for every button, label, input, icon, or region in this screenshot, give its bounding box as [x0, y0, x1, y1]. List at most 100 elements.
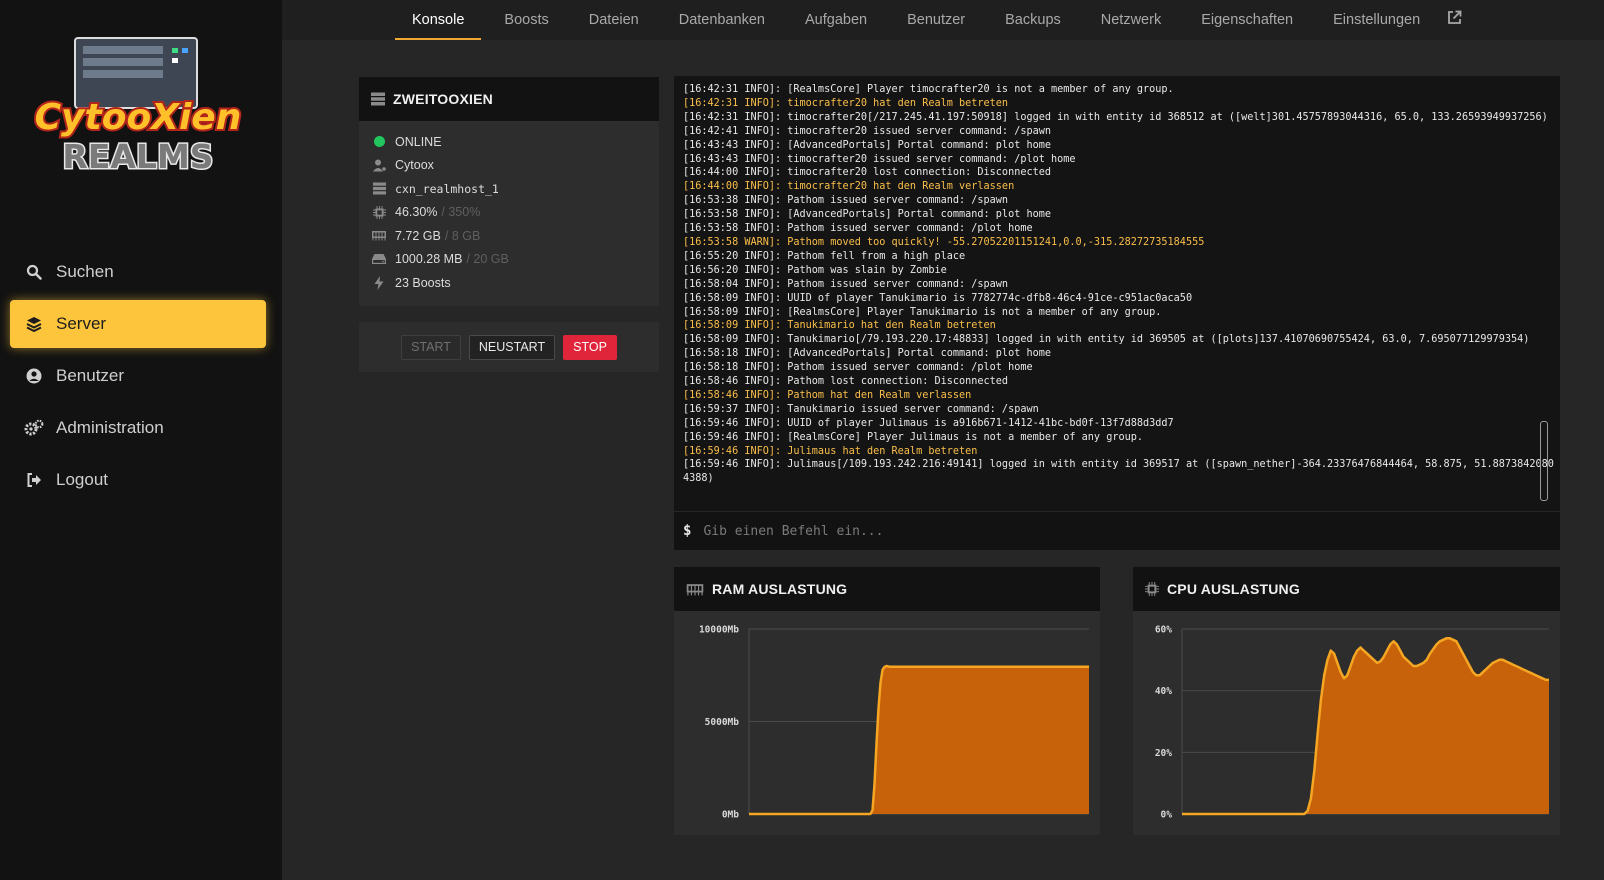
chip-icon [372, 205, 386, 219]
command-bar: $ [674, 512, 1560, 550]
ram-chart: 10000Mb 5000Mb 0Mb [674, 611, 1100, 835]
sidebar-item-logout[interactable]: Logout [10, 456, 266, 504]
owner-row: Cytoox [359, 154, 659, 178]
brand-logo[interactable]: CytooXien REALMS [30, 36, 246, 186]
restart-button[interactable]: NEUSTART [468, 334, 556, 360]
server-icon [372, 182, 386, 196]
console-scrollbar[interactable] [1540, 421, 1548, 501]
cpu-chart-title: CPU AUSLASTUNG [1167, 581, 1300, 597]
sidebar-item-label: Suchen [56, 262, 114, 281]
command-input[interactable] [701, 522, 1526, 540]
server-name: ZWEITOOXIEN [393, 91, 493, 107]
sidebar: CytooXien REALMS Suchen Server Benutzer [0, 0, 282, 880]
host-name: cxn_realmhost_1 [395, 181, 499, 196]
ram-chart-header: RAM AUSLASTUNG [674, 567, 1100, 611]
external-link-icon[interactable] [1447, 10, 1462, 30]
tab-aufgaben[interactable]: Aufgaben [788, 0, 884, 40]
console-line: [16:42:31 INFO]: timocrafter20 hat den R… [683, 97, 1009, 109]
console-line: [16:42:31 INFO]: [RealmsCore] Player tim… [683, 84, 1174, 95]
y-tick-label: 0% [1161, 810, 1173, 821]
console-line: [16:42:31 INFO]: timocrafter20[/217.245.… [683, 111, 1548, 123]
sidebar-item-benutzer[interactable]: Benutzer [10, 352, 266, 400]
tab-benutzer[interactable]: Benutzer [890, 0, 982, 40]
sidebar-item-suchen[interactable]: Suchen [10, 248, 266, 296]
cpu-usage: 46.30% [395, 205, 438, 220]
start-button[interactable]: START [401, 334, 461, 360]
console-line: [16:58:18 INFO]: [AdvancedPortals] Porta… [683, 348, 1052, 360]
y-tick-label: 0Mb [722, 810, 739, 821]
tab-backups[interactable]: Backups [988, 0, 1078, 40]
command-prompt: $ [683, 523, 692, 539]
console-line: [16:55:20 INFO]: Pathom fell from a high… [683, 250, 966, 262]
bolt-icon [372, 275, 386, 290]
ram-usage: 7.72 GB [395, 228, 441, 243]
console-line: [16:44:00 INFO]: timocrafter20 hat den R… [683, 181, 1015, 193]
logo-wordmark: CytooXien [35, 97, 242, 138]
console-line: [16:58:46 INFO]: Pathom hat den Realm ve… [683, 389, 972, 401]
console-line: [16:59:46 INFO]: Julimaus hat den Realm … [683, 445, 978, 457]
console-output[interactable]: [16:42:31 INFO]: [RealmsCore] Player tim… [674, 76, 1560, 511]
ram-chart-card: RAM AUSLASTUNG 10000Mb 5000Mb 0Mb [674, 567, 1100, 835]
sidebar-item-administration[interactable]: Administration [10, 404, 266, 452]
cpu-limit: / 350% [441, 205, 481, 220]
sidebar-nav: Suchen Server Benutzer Administration Lo… [10, 248, 266, 508]
console-line: [16:59:37 INFO]: Tanukimario issued serv… [683, 403, 1039, 415]
console-line: [16:53:58 INFO]: Pathom issued server co… [683, 223, 1033, 235]
disk-usage: 1000.28 MB [395, 252, 463, 267]
status-text: ONLINE [395, 134, 442, 149]
status-row: ONLINE [359, 130, 659, 154]
console-line: [16:43:43 INFO]: [AdvancedPortals] Porta… [683, 139, 1052, 151]
tab-einstellungen[interactable]: Einstellungen [1316, 0, 1437, 40]
console-line: [16:58:46 INFO]: Pathom lost connection:… [683, 376, 1009, 388]
tab-dateien[interactable]: Dateien [572, 0, 656, 40]
user-circle-icon [24, 366, 44, 386]
console-line: [16:58:09 INFO]: Tanukimario[/79.193.220… [683, 334, 1530, 346]
cpu-chart-header: CPU AUSLASTUNG [1133, 567, 1560, 611]
host-row: cxn_realmhost_1 [359, 177, 659, 201]
memory-icon [372, 229, 386, 243]
console-line: [16:42:41 INFO]: timocrafter20 issued se… [683, 125, 1052, 137]
chip-icon [1145, 582, 1159, 596]
tab-datenbanken[interactable]: Datenbanken [662, 0, 782, 40]
gears-icon [24, 418, 44, 438]
console-line: 4388) [683, 473, 714, 485]
cpu-row: 46.30% / 350% [359, 201, 659, 225]
y-tick-label: 5000Mb [705, 717, 740, 728]
disk-limit: / 20 GB [466, 252, 509, 267]
memory-icon [686, 583, 704, 596]
console-line: [16:58:18 INFO]: Pathom issued server co… [683, 362, 1033, 374]
console-line: [16:59:46 INFO]: Julimaus[/109.193.242.2… [683, 459, 1554, 471]
user-icon [372, 158, 386, 172]
sidebar-item-server[interactable]: Server [10, 300, 266, 348]
console-lines: [16:42:31 INFO]: [RealmsCore] Player tim… [674, 76, 1560, 486]
tab-netzwerk[interactable]: Netzwerk [1084, 0, 1178, 40]
console-line: [16:44:00 INFO]: timocrafter20 lost conn… [683, 167, 1052, 179]
cpu-chart: 60% 40% 20% 0% [1133, 611, 1560, 835]
disk-row: 1000.28 MB / 20 GB [359, 248, 659, 272]
stop-button[interactable]: STOP [563, 334, 617, 360]
sidebar-item-label: Benutzer [56, 366, 125, 385]
y-tick-label: 20% [1155, 748, 1172, 759]
sidebar-item-label: Logout [56, 470, 108, 489]
ram-limit: / 8 GB [444, 228, 481, 243]
tab-eigenschaften[interactable]: Eigenschaften [1184, 0, 1310, 40]
console-line: [16:59:46 INFO]: UUID of player Julimaus… [683, 417, 1174, 429]
server-icon [371, 92, 385, 106]
console-line: [16:58:09 INFO]: [RealmsCore] Player Tan… [683, 306, 1162, 318]
power-controls: START NEUSTART STOP [359, 322, 659, 372]
layers-icon [24, 314, 44, 334]
console-line: [16:58:09 INFO]: UUID of player Tanukima… [683, 292, 1193, 304]
boosts-count: 23 Boosts [395, 275, 451, 290]
console-line: [16:43:43 INFO]: timocrafter20 issued se… [683, 153, 1076, 165]
hard-drive-icon [372, 252, 386, 266]
console-line: [16:53:58 INFO]: [AdvancedPortals] Porta… [683, 209, 1052, 221]
console-line: [16:56:20 INFO]: Pathom was slain by Zom… [683, 264, 947, 276]
series-area [749, 666, 1089, 814]
server-tabs: Konsole Boosts Dateien Datenbanken Aufga… [282, 0, 1604, 40]
owner-name: Cytoox [395, 158, 434, 173]
console-line: [16:58:04 INFO]: Pathom issued server co… [683, 278, 1009, 290]
sidebar-item-label: Administration [56, 418, 164, 437]
tab-boosts[interactable]: Boosts [487, 0, 565, 40]
tab-konsole[interactable]: Konsole [395, 0, 482, 40]
sidebar-item-label: Server [56, 314, 107, 333]
